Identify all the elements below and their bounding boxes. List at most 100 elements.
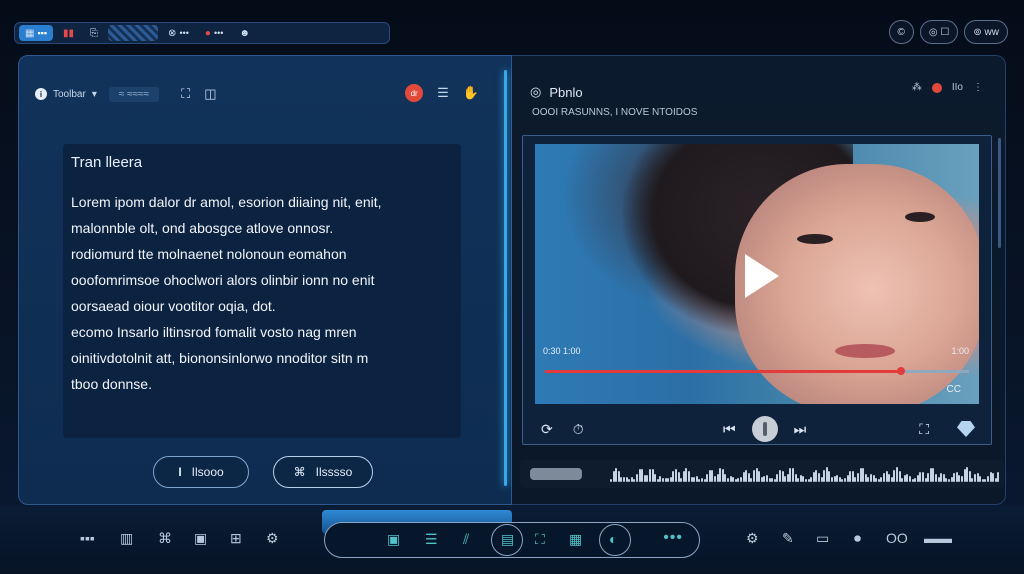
volume-icon[interactable]: ⁂: [912, 82, 922, 93]
document-line: malonnble olt, ond abosgce atlove onnosr…: [71, 220, 334, 236]
dock-save-icon[interactable]: ▣: [387, 531, 400, 548]
dock-grid-icon[interactable]: ▪▪▪: [80, 530, 95, 546]
progress-bar[interactable]: [545, 367, 969, 375]
total-time: 1:00: [951, 346, 969, 356]
document-title: Tran lleera: [71, 154, 143, 171]
clock-button[interactable]: ©: [888, 20, 914, 44]
gem-icon[interactable]: [957, 421, 975, 437]
document-line: rodiomurd tte molnaenet nolonoun eomahon: [71, 246, 347, 262]
video-player: 0:30 1:00 1:00 CC ⟳ ⏱ ⏮ ⏭ ⛶: [522, 135, 992, 445]
video-panel-header: ◎ Pbnlo: [530, 84, 583, 100]
waveform-bar: [909, 476, 911, 482]
primary-action-button[interactable]: I Ilsooo: [153, 456, 249, 488]
dock-more-icon[interactable]: •••: [663, 529, 683, 547]
dock-screen-icon[interactable]: ▭: [816, 530, 829, 547]
waveform-bar: [961, 476, 963, 482]
waveform-bar: [662, 477, 664, 482]
toolbar-alert-button[interactable]: ▮▮: [57, 25, 80, 41]
dock-settings-icon[interactable]: ⚙: [266, 530, 279, 547]
dock-table-icon[interactable]: ⊞: [230, 530, 242, 547]
editor-tab[interactable]: i Toolbar ▾: [35, 88, 97, 100]
play-icon[interactable]: [745, 254, 779, 298]
display-icon[interactable]: IIo: [952, 82, 963, 93]
record-dot-icon[interactable]: [931, 82, 942, 93]
toolbar-link-button[interactable]: ⊗ •••: [162, 25, 195, 41]
waveform-bar: [719, 468, 722, 482]
dock-record-icon[interactable]: ⏺: [854, 530, 861, 547]
waveform-bar: [745, 469, 748, 482]
waveform-bar: [979, 475, 982, 482]
waveform-bar: [766, 475, 768, 482]
waveform-bar: [636, 473, 638, 482]
dock-image-icon[interactable]: ▦: [569, 531, 582, 548]
dock-list-icon[interactable]: ☰: [425, 531, 438, 548]
pause-button[interactable]: [751, 416, 778, 442]
waveform-bar: [974, 474, 976, 482]
dock-edit-icon[interactable]: ✎: [782, 530, 794, 547]
toolbar-people-button[interactable]: ☻: [233, 25, 256, 41]
waveform-bar: [714, 475, 716, 482]
dock-expand-icon[interactable]: ⛶: [535, 531, 545, 548]
editor-scrollbar[interactable]: [504, 70, 507, 486]
layout-icon[interactable]: ◫: [204, 86, 216, 102]
hand-icon[interactable]: ✋: [463, 85, 479, 101]
expand-icon[interactable]: ⛶: [181, 86, 190, 102]
waveform-bar: [953, 473, 956, 482]
waveform-bar: [615, 468, 618, 482]
record-indicator[interactable]: dr: [405, 84, 424, 102]
waveform-bar: [732, 476, 735, 482]
video-panel-title: Pbnlo: [549, 84, 583, 100]
waveform-bar: [740, 476, 742, 482]
alert-icon: ▮▮: [63, 27, 75, 39]
waveform-bar: [654, 473, 657, 482]
user-button[interactable]: ⊚ ww: [964, 20, 1008, 44]
clock-icon: ©: [897, 26, 905, 38]
prev-button[interactable]: ⏮: [723, 421, 736, 438]
waveform-bar: [966, 467, 969, 482]
dock-refresh-icon[interactable]: ◐: [609, 531, 617, 547]
dock-doc-icon[interactable]: ▤: [501, 531, 514, 548]
document-line: tboo donnse.: [71, 376, 152, 392]
toolbar-grid-button[interactable]: ▦ ▪▪▪: [19, 25, 54, 41]
waveform-bar: [914, 478, 917, 482]
loop-icon[interactable]: ⟳: [541, 421, 553, 438]
dock-glasses-icon[interactable]: OO: [886, 530, 908, 546]
settings-button[interactable]: ◎ ☐: [919, 20, 959, 44]
waveform-bar: [844, 478, 846, 482]
waveform-bar: [922, 472, 924, 482]
waveform-bar: [935, 474, 937, 482]
editor-format-dropdown[interactable]: ≈ ≈≈≈≈: [108, 86, 160, 102]
more-icon[interactable]: ⋮: [973, 82, 983, 93]
dock-book-icon[interactable]: ▥: [120, 530, 133, 547]
video-subject-eye: [905, 212, 935, 222]
video-panel-scrollbar[interactable]: [998, 138, 1001, 248]
command-icon: ⌘: [293, 465, 306, 479]
dock-command-icon[interactable]: ⌘: [158, 530, 172, 547]
settings-icon: ◎ ☐: [928, 26, 950, 38]
secondary-action-button[interactable]: ⌘ Ilsssso: [273, 456, 373, 488]
waveform-bar: [693, 476, 696, 482]
waveform-bar: [836, 474, 839, 482]
toolbar-clipboard-button[interactable]: ⎘: [84, 25, 104, 41]
next-button[interactable]: ⏭: [794, 421, 807, 438]
clock-icon: ◎: [530, 84, 542, 99]
toolbar-record-button[interactable]: ● •••: [199, 25, 230, 41]
captions-button[interactable]: CC: [947, 384, 961, 395]
waveform-bar: [706, 473, 709, 482]
waveform-bar: [831, 477, 833, 482]
audio-waveform[interactable]: [520, 460, 1004, 488]
document-body[interactable]: Lorem ipom dalor dr amol, esorion diiain…: [71, 189, 453, 397]
waveform-bar: [948, 478, 950, 482]
dock-window-icon[interactable]: ▣: [194, 530, 207, 547]
document-line: oinitivdotolnit att, biononsinlorwo nnod…: [71, 350, 369, 366]
video-viewport[interactable]: 0:30 1:00 1:00 CC: [535, 144, 979, 404]
toolbar-pattern-button[interactable]: [108, 25, 159, 41]
dock-gear-icon[interactable]: ⚙: [746, 530, 759, 547]
dock-bar-icon[interactable]: ▬▬: [924, 530, 952, 546]
link-icon: ⊗: [168, 27, 177, 39]
waveform-bar: [623, 477, 625, 482]
fullscreen-icon[interactable]: ⛶: [919, 421, 929, 438]
speed-icon[interactable]: ⏱: [573, 421, 584, 438]
dock-chart-icon[interactable]: ⫽: [463, 531, 469, 548]
list-icon[interactable]: ☰: [437, 85, 449, 101]
